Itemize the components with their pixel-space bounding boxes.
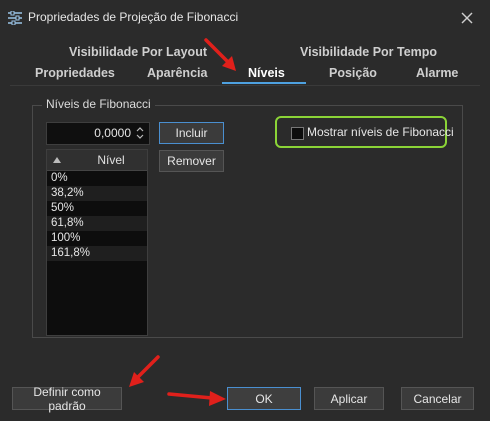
list-header-label: Nível — [97, 153, 125, 167]
levels-list[interactable]: Nível 0% 38,2% 50% 61,8% 100% 161,8% — [46, 149, 148, 336]
group-title: Níveis de Fibonacci — [42, 97, 155, 111]
show-levels-label[interactable]: Mostrar níveis de Fibonacci — [307, 125, 454, 139]
tab-visibilidade-por-layout[interactable]: Visibilidade Por Layout — [69, 45, 207, 59]
show-levels-highlight: Mostrar níveis de Fibonacci — [275, 116, 454, 148]
remove-level-button[interactable]: Remover — [159, 150, 224, 172]
apply-button[interactable]: Aplicar — [314, 387, 384, 410]
tab-alarme[interactable]: Alarme — [416, 66, 458, 80]
tab-visibilidade-por-tempo[interactable]: Visibilidade Por Tempo — [300, 45, 437, 59]
list-item[interactable]: 100% — [47, 231, 147, 246]
arrow-annotation-icon — [129, 355, 160, 387]
spin-arrows-icon[interactable] — [135, 125, 145, 141]
arrow-annotation-icon — [167, 391, 226, 406]
active-tab-indicator — [222, 82, 306, 84]
tab-divider — [10, 85, 480, 86]
list-item[interactable]: 161,8% — [47, 246, 147, 261]
set-default-button[interactable]: Definir como padrão — [12, 385, 122, 413]
level-value-input[interactable]: 0,0000 — [47, 126, 131, 140]
tab-niveis[interactable]: Níveis — [248, 66, 285, 80]
sliders-icon — [8, 11, 22, 25]
sort-ascending-icon — [53, 157, 61, 163]
tab-aparencia[interactable]: Aparência — [147, 66, 207, 80]
ok-button[interactable]: OK — [227, 387, 301, 410]
list-item[interactable]: 61,8% — [47, 216, 147, 231]
arrow-annotation-icon — [204, 38, 236, 71]
tab-propriedades[interactable]: Propriedades — [35, 66, 115, 80]
cancel-button[interactable]: Cancelar — [401, 387, 474, 410]
close-icon[interactable] — [456, 8, 478, 28]
list-item[interactable]: 50% — [47, 201, 147, 216]
show-levels-checkbox[interactable] — [291, 127, 304, 140]
list-header[interactable]: Nível — [47, 150, 147, 171]
add-level-button[interactable]: Incluir — [159, 122, 224, 144]
list-item[interactable]: 38,2% — [47, 186, 147, 201]
list-item[interactable]: 0% — [47, 171, 147, 186]
tab-posicao[interactable]: Posição — [329, 66, 377, 80]
level-value-stepper[interactable]: 0,0000 — [46, 122, 150, 145]
window-title: Propriedades de Projeção de Fibonacci — [28, 10, 239, 24]
